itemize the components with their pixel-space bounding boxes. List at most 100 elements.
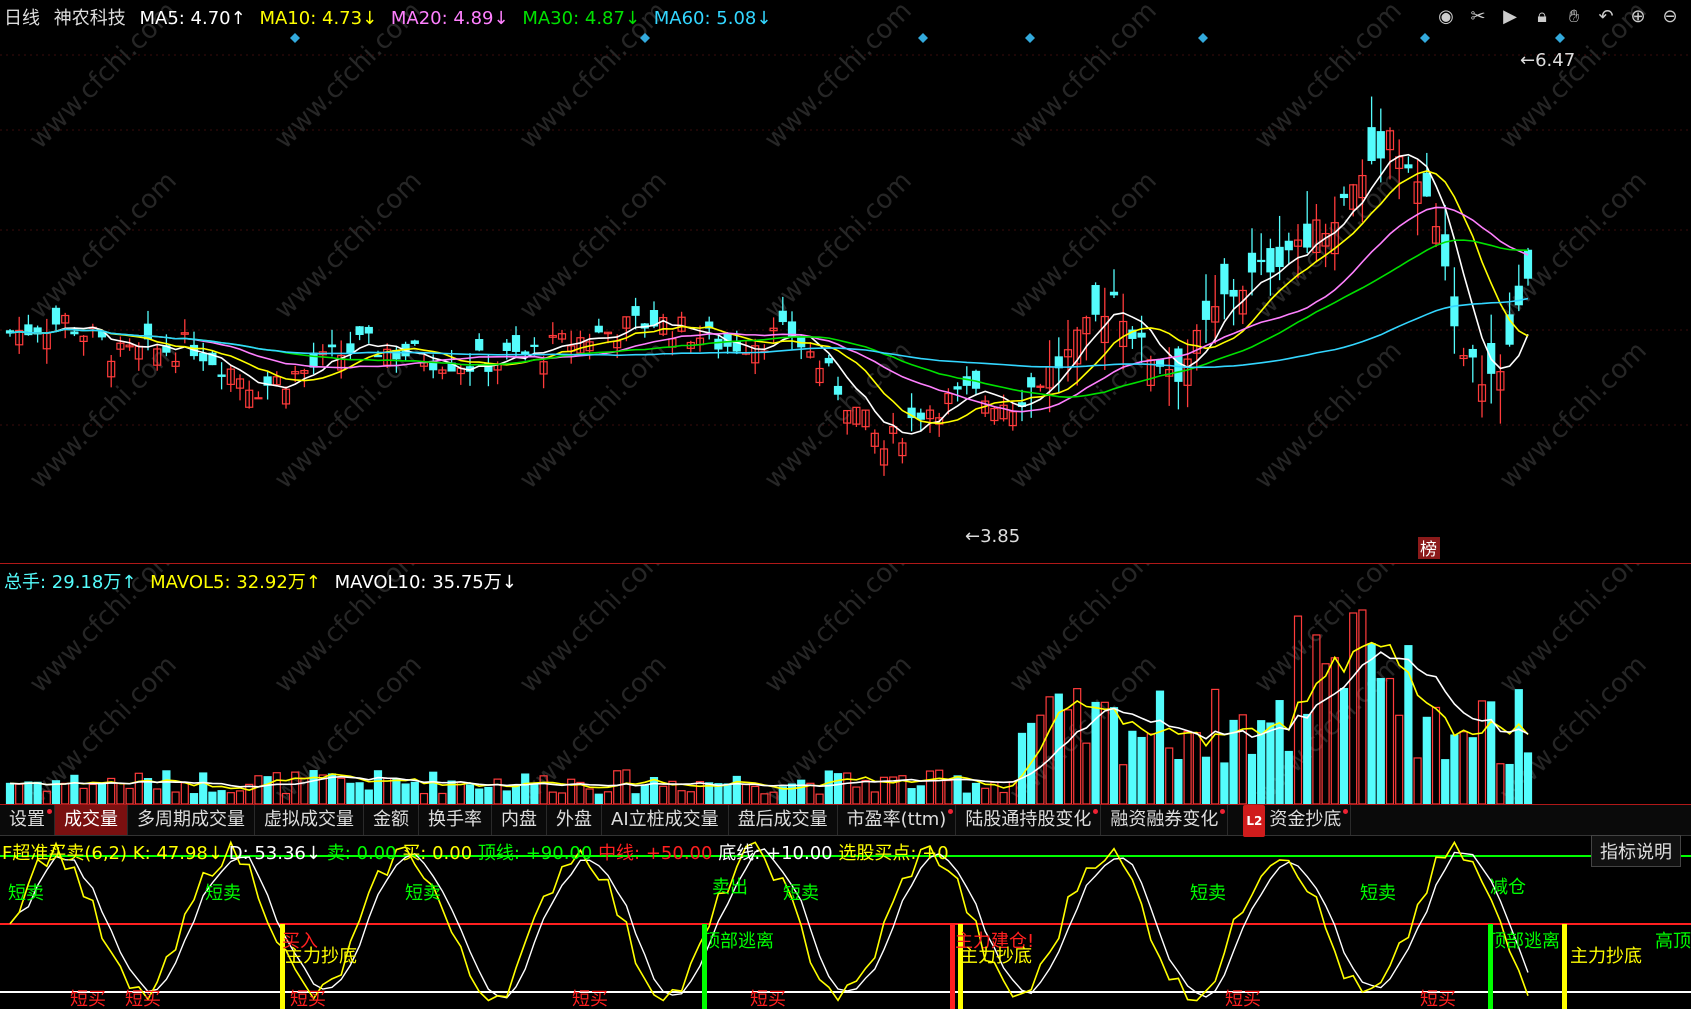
candle-body [355,326,364,336]
lock-icon[interactable]: 🔒︎ [1531,6,1553,28]
volume-bar [502,790,511,804]
tab-label: 成交量 [64,809,118,830]
volume-bar [732,775,741,804]
signal-label: 高顶 [1655,931,1691,952]
volume-bar [594,793,603,804]
price-chart-panel[interactable]: www.cfchi.com www.cfchi.com www.cfchi.com w… [0,0,1691,563]
indicator-name: F超准买卖(6,2) [2,843,128,864]
volume-bar [1017,732,1027,804]
tab-3[interactable]: 虚拟成交量 [255,805,364,835]
volume-bar [723,783,732,804]
volume-bar [1395,714,1404,804]
signal-label: 主力抄底 [960,946,1032,967]
watermark-text: www.cfchi.com [759,336,918,495]
zoom-in-icon[interactable]: ⊕ [1627,6,1649,28]
tab-label: 外盘 [556,809,592,830]
tab-4[interactable]: 金额 [364,805,419,835]
volume-bar [180,782,189,804]
tab-7[interactable]: 外盘 [547,805,602,835]
indicator-chart-panel[interactable]: 短卖 短卖 短卖 短卖 短卖 短卖 短买 短买 短买 短买 短买 短买 短买 买入 主力抄底 卖出 主力建仓! 主… [0,835,1691,1009]
watermark-text: www.cfchi.com [1494,336,1653,495]
volume-bar [1450,734,1459,804]
candle-body [1441,234,1450,267]
candle-body [51,307,61,325]
signal-diamond-icon [1555,33,1565,43]
volume-bar [925,770,935,804]
candle-body [502,342,511,351]
candle-body [1137,332,1146,338]
signal-label: 减仓 [1490,877,1526,898]
candle-body [346,343,355,354]
candle-body [70,331,79,335]
volume-bar [24,781,33,804]
tab-10[interactable]: 市盈率(ttm) [838,805,957,835]
volume-bar [686,791,695,804]
tab-label: 设置 [9,809,45,830]
volume-bar [1477,700,1487,804]
candle-body [511,335,521,352]
volume-bar [1468,737,1477,804]
volume-bar [97,782,107,804]
tab-label: 融资融券变化 [1110,809,1219,830]
stock-name: 神农科技 [53,8,126,29]
volume-bar [833,773,843,804]
volume-bar [1266,722,1275,804]
tab-6[interactable]: 内盘 [492,805,547,835]
indicator-top-line: 顶线: +90.00 [477,843,593,864]
tab-9[interactable]: 盘后成交量 [729,805,838,835]
volume-bar [401,783,410,804]
candle-body [778,310,787,323]
undo-icon[interactable]: ↶ [1595,6,1617,28]
k-line [9,840,1529,1002]
play-icon[interactable]: ▶ [1499,6,1521,28]
eye-icon[interactable]: ◉ [1435,6,1457,28]
signal-label: 短买 [572,989,608,1009]
tab-12[interactable]: 融资融券变化 [1101,805,1229,835]
indicator-pick-buy: 选股买点: +0 [838,843,949,864]
tab-2[interactable]: 多周期成交量 [128,805,255,835]
watermark-text: www.cfchi.com [1004,166,1163,325]
tab-0[interactable]: 设置 [0,805,55,835]
indicator-bottom-line: 底线: +10.00 [718,843,833,864]
volume-bar [1082,742,1091,804]
signal-bar [1562,924,1567,1009]
volume-bar [1174,758,1183,804]
scissors-icon[interactable]: ✂ [1467,6,1489,28]
indicator-k: K: 47.98↓ [132,843,223,864]
volume-bar [659,785,668,804]
volume-bar [1487,701,1496,804]
volume-bar [125,787,134,804]
volume-bar [410,781,419,804]
tab-1[interactable]: 成交量 [55,805,128,835]
volume-bar [1431,706,1441,804]
volume-bar [493,778,502,804]
tab-label: 内盘 [501,809,537,830]
volume-chart-panel[interactable]: www.cfchi.com www.cfchi.com www.cfchi.com w… [0,563,1691,804]
candlestick-chart[interactable]: www.cfchi.com www.cfchi.com www.cfchi.com w… [0,0,1691,563]
indicator-mid-line: 中线: +50.00 [598,843,713,864]
volume-bar [852,786,861,804]
ma60-value: MA60: 5.08↓ [653,8,772,29]
signal-diamond-icon [1025,33,1035,43]
tab-8[interactable]: AI立桩成交量 [602,805,729,835]
candle-body [1404,164,1413,169]
hand-icon[interactable]: ✋︎ [1563,6,1585,28]
tab-5[interactable]: 换手率 [419,805,492,835]
volume-bar [1339,687,1349,804]
volume-total: 总手: 29.18万↑ [4,572,137,593]
ma30-value: MA30: 4.87↓ [522,8,641,29]
tab-label: 换手率 [428,809,482,830]
volume-bar [217,790,226,804]
tab-dot-icon [47,809,52,814]
indicator-explain-button[interactable]: 指标说明 [1591,835,1681,867]
volume-chart[interactable]: www.cfchi.com www.cfchi.com www.cfchi.com w… [0,564,1691,804]
volume-bar [935,769,944,804]
tab-13[interactable]: L2 资金抄底 [1228,805,1352,837]
signal-diamond-icon [1198,33,1208,43]
volume-bar [1505,763,1514,804]
volume-bar [1275,700,1284,804]
candle-body [1027,377,1036,388]
tab-11[interactable]: 陆股通持股变化 [956,805,1102,835]
volume-bar [962,792,971,804]
zoom-out-icon[interactable]: ⊖ [1659,6,1681,28]
